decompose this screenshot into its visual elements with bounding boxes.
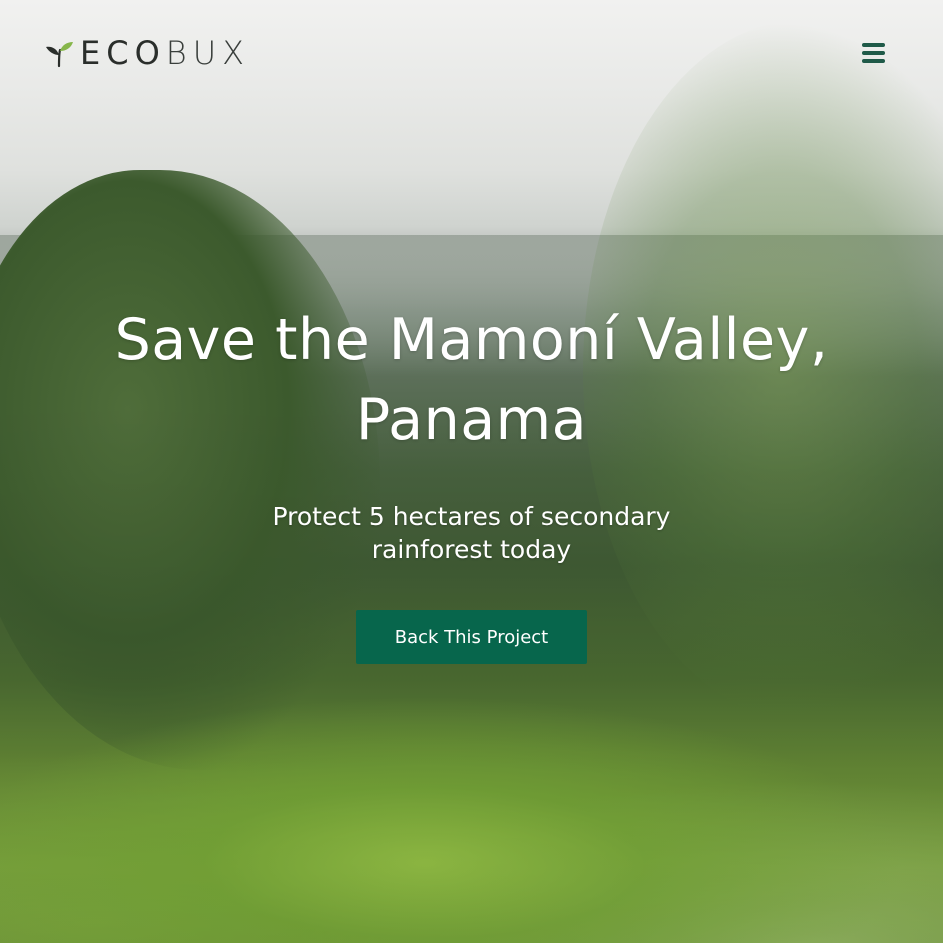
brand-name-eco: ECO — [80, 34, 166, 72]
back-this-project-button[interactable]: Back This Project — [356, 610, 587, 664]
leaf-sprout-icon — [44, 38, 74, 68]
brand-name: ECOBUX — [80, 36, 250, 70]
landing-page: ECOBUX Save the Mamoní Valley, Panama Pr… — [0, 0, 943, 943]
brand-logo[interactable]: ECOBUX — [44, 36, 250, 70]
menu-bar — [862, 43, 885, 47]
menu-bar — [862, 51, 885, 55]
hero-title: Save the Mamoní Valley, Panama — [114, 307, 829, 453]
hamburger-menu-icon[interactable] — [862, 43, 886, 65]
hero-subtitle: Protect 5 hectares of secondary rainfore… — [272, 502, 671, 564]
hero-section: Save the Mamoní Valley, Panama Protect 5… — [0, 300, 943, 664]
brand-name-bux: BUX — [165, 34, 251, 72]
site-header: ECOBUX — [0, 0, 943, 100]
menu-bar — [862, 59, 885, 63]
